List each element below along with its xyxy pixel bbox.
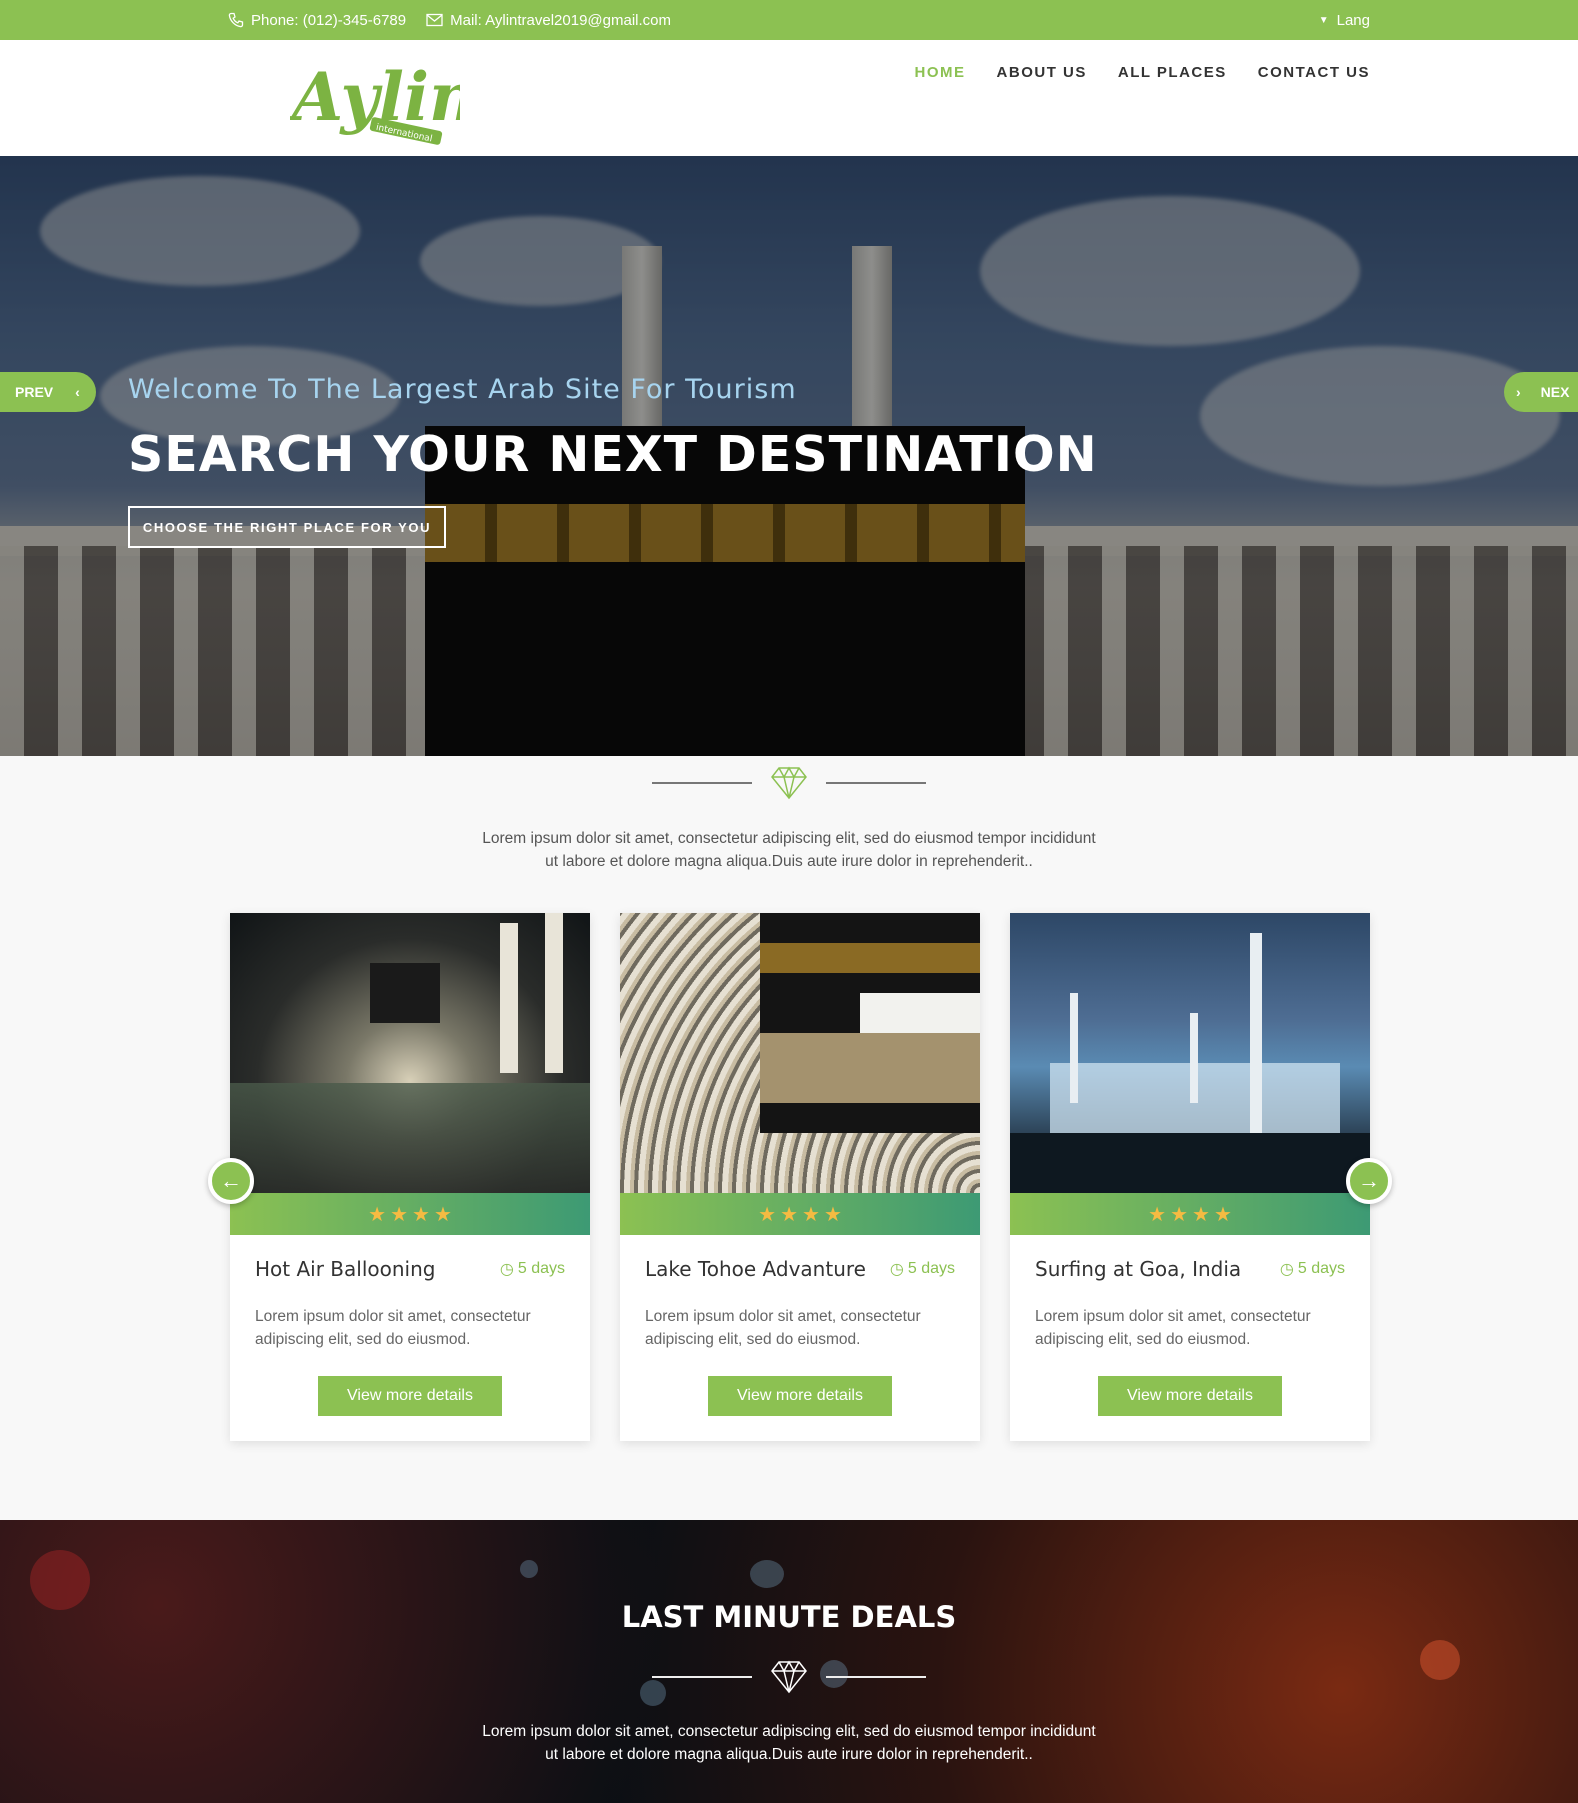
card-description-line: adipiscing elit, sed do eiusmod. [255,1331,471,1348]
chevron-right-icon: › [1516,384,1521,400]
star-icon: ★ [823,1203,842,1226]
logo-graphic: Aylin international [286,58,477,145]
bokeh-light [750,1560,784,1588]
divider-line [826,1676,926,1678]
rating-stars: ★ ★ ★ ★ [620,1193,980,1235]
star-icon: ★ [1192,1203,1210,1226]
site-logo[interactable]: Aylin international [286,50,477,150]
clock-icon: ◷ [889,1261,904,1278]
hero-headline: SEARCH YOUR NEXT DESTINATION [128,426,1098,483]
deals-intro-line-2: ut labore et dolore magna aliqua.Duis au… [545,1746,1033,1763]
star-icon: ★ [368,1203,387,1226]
rating-stars: ★ ★ ★ ★ [1010,1193,1370,1235]
contact-info: Phone: (012)-345-6789 Mail: Aylintravel2… [228,0,671,40]
caret-down-icon: ▼ [1318,14,1329,26]
nav-all-places[interactable]: ALL PLACES [1118,64,1227,81]
top-bar: Phone: (012)-345-6789 Mail: Aylintravel2… [0,0,1578,40]
hero-slider: Welcome To The Largest Arab Site For Tou… [0,156,1578,756]
card-description-line: Lorem ipsum dolor sit amet, consectetur [255,1308,531,1325]
deals-intro-line-1: Lorem ipsum dolor sit amet, consectetur … [482,1723,1096,1740]
diamond-icon [771,1660,807,1694]
phone-text: Phone: (012)-345-6789 [251,11,407,29]
duration-text: 5 days [907,1260,955,1277]
card-body: Hot Air Ballooning ◷ 5 days Lorem ipsum … [230,1235,590,1441]
place-image[interactable] [230,913,590,1193]
view-details-button[interactable]: View more details [318,1376,502,1416]
last-minute-deals-section: LAST MINUTE DEALS Lorem ipsum dolor sit … [0,1520,1578,1803]
card-body: Surfing at Goa, India ◷ 5 days Lorem ips… [1010,1235,1370,1441]
deals-intro: Lorem ipsum dolor sit amet, consectetur … [0,1720,1578,1766]
star-icon: ★ [433,1203,452,1226]
star-icon: ★ [390,1203,408,1226]
star-icon: ★ [1213,1203,1232,1226]
nav-contact-us[interactable]: CONTACT US [1258,64,1370,81]
card-description-line: adipiscing elit, sed do eiusmod. [1035,1331,1251,1348]
card-description: Lorem ipsum dolor sit amet, consectetur … [255,1305,565,1351]
hero-next-button[interactable]: › NEX [1504,372,1578,412]
star-icon: ★ [758,1203,777,1226]
card-description-line: adipiscing elit, sed do eiusmod. [645,1331,861,1348]
view-details-button[interactable]: View more details [708,1376,892,1416]
mail-icon [426,13,443,27]
mail-text: Mail: Aylintravel2019@gmail.com [450,11,672,29]
view-details-button[interactable]: View more details [1098,1376,1282,1416]
place-image[interactable] [620,913,980,1193]
card-title[interactable]: Surfing at Goa, India [1035,1257,1241,1281]
star-icon: ★ [802,1203,820,1226]
arrow-left-icon: ← [220,1168,242,1193]
clock-icon: ◷ [1279,1261,1294,1278]
duration-text: 5 days [517,1260,565,1277]
hero-cta-button[interactable]: CHOOSE THE RIGHT PLACE FOR YOU [128,506,446,548]
places-intro: Lorem ipsum dolor sit amet, consectetur … [0,827,1578,873]
main-nav: HOME ABOUT US ALL PLACES CONTACT US [915,64,1370,81]
nav-about-us[interactable]: ABOUT US [997,64,1087,81]
mail-item[interactable]: Mail: Aylintravel2019@gmail.com [426,12,671,29]
next-label: NEX [1540,384,1570,400]
carousel-next-button[interactable]: → [1346,1158,1392,1204]
section-divider [0,766,1578,800]
place-card: ★ ★ ★ ★ Surfing at Goa, India ◷ 5 days Lore… [1010,913,1370,1441]
star-icon: ★ [780,1203,798,1226]
duration: ◷ 5 days [1280,1259,1345,1279]
bokeh-light [520,1560,538,1578]
card-body: Lake Tohoe Advanture ◷ 5 days Lorem ipsu… [620,1235,980,1441]
intro-line-1: Lorem ipsum dolor sit amet, consectetur … [482,830,1096,847]
divider-line [652,782,752,784]
nav-home[interactable]: HOME [915,64,966,81]
star-icon: ★ [1148,1203,1167,1226]
language-label: Lang [1336,11,1370,29]
chevron-left-icon: ‹ [75,384,80,400]
divider-line [826,782,926,784]
card-description-line: Lorem ipsum dolor sit amet, consectetur [1035,1308,1311,1325]
place-card: ★ ★ ★ ★ Lake Tohoe Advanture ◷ 5 days Lorem… [620,913,980,1441]
card-description-line: Lorem ipsum dolor sit amet, consectetur [645,1308,921,1325]
star-icon: ★ [412,1203,430,1226]
duration-text: 5 days [1297,1260,1345,1277]
deals-divider [0,1660,1578,1694]
intro-line-2: ut labore et dolore magna aliqua.Duis au… [545,853,1033,870]
diamond-icon [771,766,807,800]
prev-label: PREV [15,384,54,400]
hero-welcome: Welcome To The Largest Arab Site For Tou… [128,374,797,405]
language-dropdown[interactable]: ▼ Lang [1319,0,1370,40]
rating-stars: ★ ★ ★ ★ [230,1193,590,1235]
carousel-prev-button[interactable]: ← [208,1158,254,1204]
clock-icon: ◷ [499,1261,514,1278]
card-title[interactable]: Lake Tohoe Advanture [645,1257,866,1281]
card-description: Lorem ipsum dolor sit amet, consectetur … [645,1305,955,1351]
place-card: ★ ★ ★ ★ Hot Air Ballooning ◷ 5 days Lorem i… [230,913,590,1441]
place-image[interactable] [1010,913,1370,1193]
card-title[interactable]: Hot Air Ballooning [255,1257,435,1281]
card-description: Lorem ipsum dolor sit amet, consectetur … [1035,1305,1345,1351]
hero-prev-button[interactable]: PREV ‹ [0,372,96,412]
phone-item[interactable]: Phone: (012)-345-6789 [228,12,406,29]
deals-heading: LAST MINUTE DEALS [621,1600,957,1634]
site-header: Aylin international HOME ABOUT US ALL PL… [0,40,1578,156]
star-icon: ★ [1170,1203,1188,1226]
duration: ◷ 5 days [890,1259,955,1279]
divider-line [652,1676,752,1678]
arrow-right-icon: → [1358,1168,1380,1193]
duration: ◷ 5 days [500,1259,565,1279]
phone-icon [228,12,244,28]
